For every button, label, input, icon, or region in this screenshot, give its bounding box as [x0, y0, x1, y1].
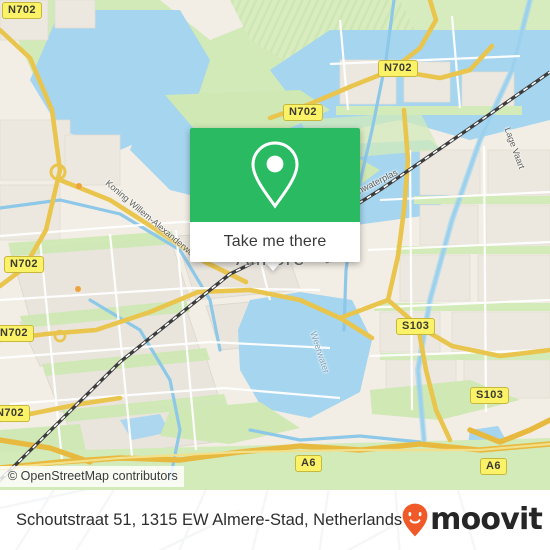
popup-pointer — [264, 261, 282, 271]
road-shield-n702: N702 — [378, 60, 418, 77]
take-me-there-label: Take me there — [223, 233, 327, 250]
road-shield-s103: S103 — [396, 318, 436, 335]
road-shield-a6: A6 — [480, 458, 507, 475]
moovit-smiley-pin-icon — [402, 503, 428, 537]
road-shield-n702: N702 — [0, 325, 34, 342]
map-screenshot: Almere Koning Willem-Alexanderweg Leeghw… — [0, 0, 550, 550]
footer-bar: Schoutstraat 51, 1315 EW Almere-Stad, Ne… — [0, 490, 550, 550]
road-shield-n702: N702 — [283, 104, 323, 121]
road-shield-n702: N702 — [2, 2, 42, 19]
road-shield-s103: S103 — [470, 387, 510, 404]
location-popup-card[interactable]: Take me there — [190, 128, 360, 262]
map-pin-icon — [251, 141, 299, 209]
take-me-there-button[interactable]: Take me there — [190, 222, 360, 262]
address-text: Schoutstraat 51, 1315 EW Almere-Stad, Ne… — [16, 510, 403, 529]
road-shield-n702: N702 — [4, 256, 44, 273]
map-attribution[interactable]: © OpenStreetMap contributors — [0, 466, 184, 487]
road-shield-n702: N702 — [0, 405, 30, 422]
moovit-wordmark: moovit — [430, 502, 543, 537]
moovit-logo[interactable]: moovit — [402, 502, 543, 537]
map-canvas[interactable]: Almere Koning Willem-Alexanderweg Leeghw… — [0, 0, 550, 490]
road-shield-a6: A6 — [295, 455, 322, 472]
popup-header — [190, 128, 360, 222]
